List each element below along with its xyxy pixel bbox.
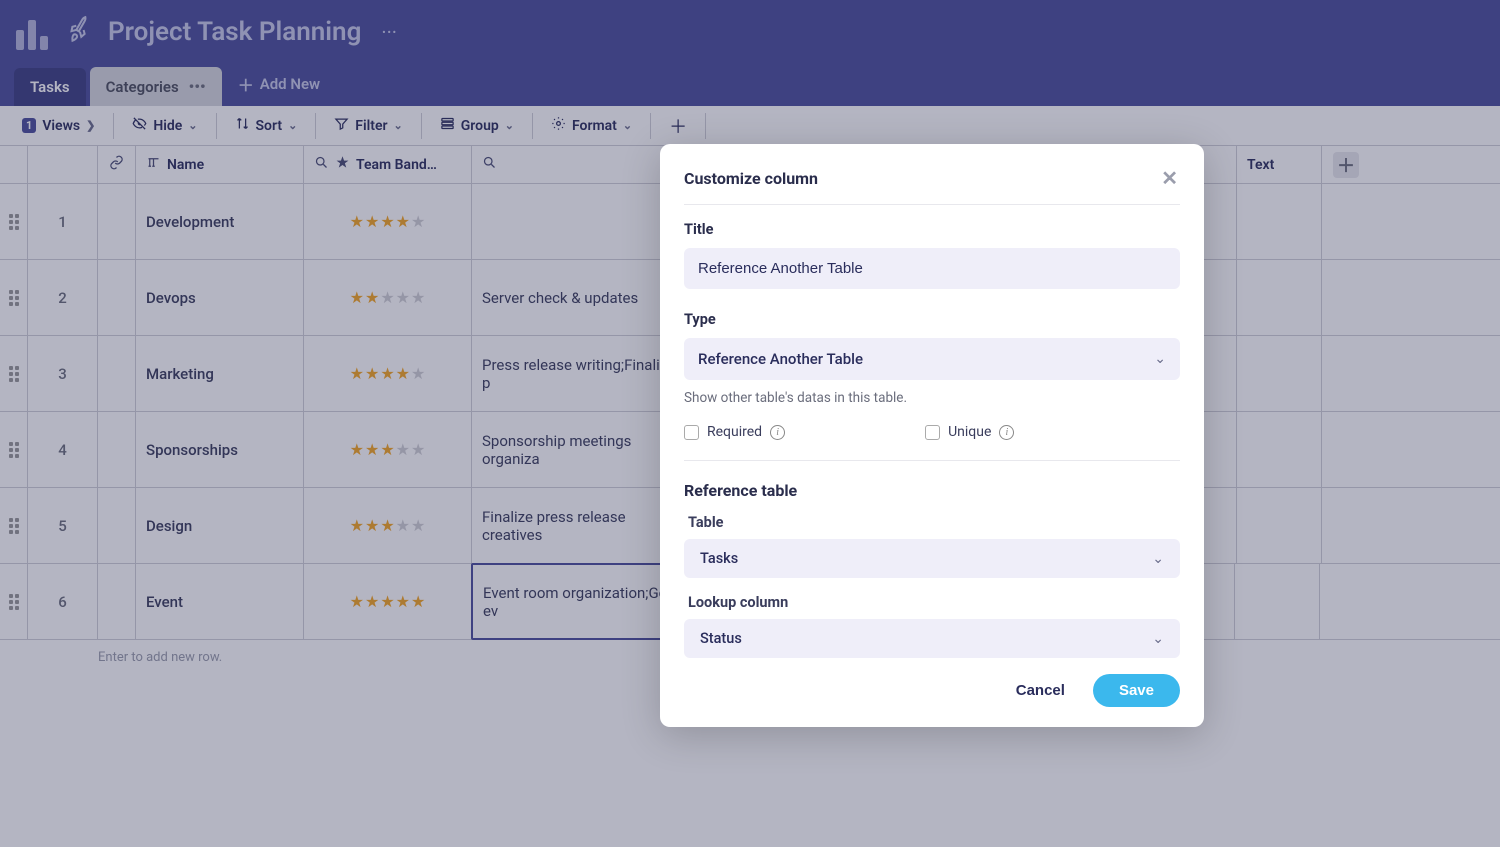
table-label: Table (688, 514, 1180, 531)
type-label: Type (684, 311, 1180, 328)
close-icon[interactable]: ✕ (1159, 164, 1180, 192)
unique-checkbox[interactable] (925, 425, 940, 440)
chevron-down-icon: ⌄ (1152, 631, 1164, 647)
info-icon[interactable]: i (770, 425, 785, 440)
reference-section-title: Reference table (684, 481, 1180, 500)
lookup-select[interactable]: Status ⌄ (684, 619, 1180, 658)
table-select[interactable]: Tasks ⌄ (684, 539, 1180, 578)
customize-column-modal: Customize column ✕ Title Type Reference … (660, 144, 1204, 727)
chevron-down-icon: ⌄ (1152, 551, 1164, 567)
modal-title: Customize column (684, 169, 818, 188)
cancel-button[interactable]: Cancel (1012, 674, 1069, 707)
lookup-label: Lookup column (688, 594, 1180, 611)
info-icon[interactable]: i (999, 425, 1014, 440)
unique-label: Unique (948, 424, 991, 440)
chevron-down-icon: ⌄ (1154, 351, 1166, 367)
required-label: Required (707, 424, 762, 440)
save-button[interactable]: Save (1093, 674, 1180, 707)
title-label: Title (684, 221, 1180, 238)
type-hint: Show other table's datas in this table. (684, 390, 1180, 406)
title-input[interactable] (684, 248, 1180, 289)
required-checkbox[interactable] (684, 425, 699, 440)
type-select[interactable]: Reference Another Table ⌄ (684, 338, 1180, 380)
